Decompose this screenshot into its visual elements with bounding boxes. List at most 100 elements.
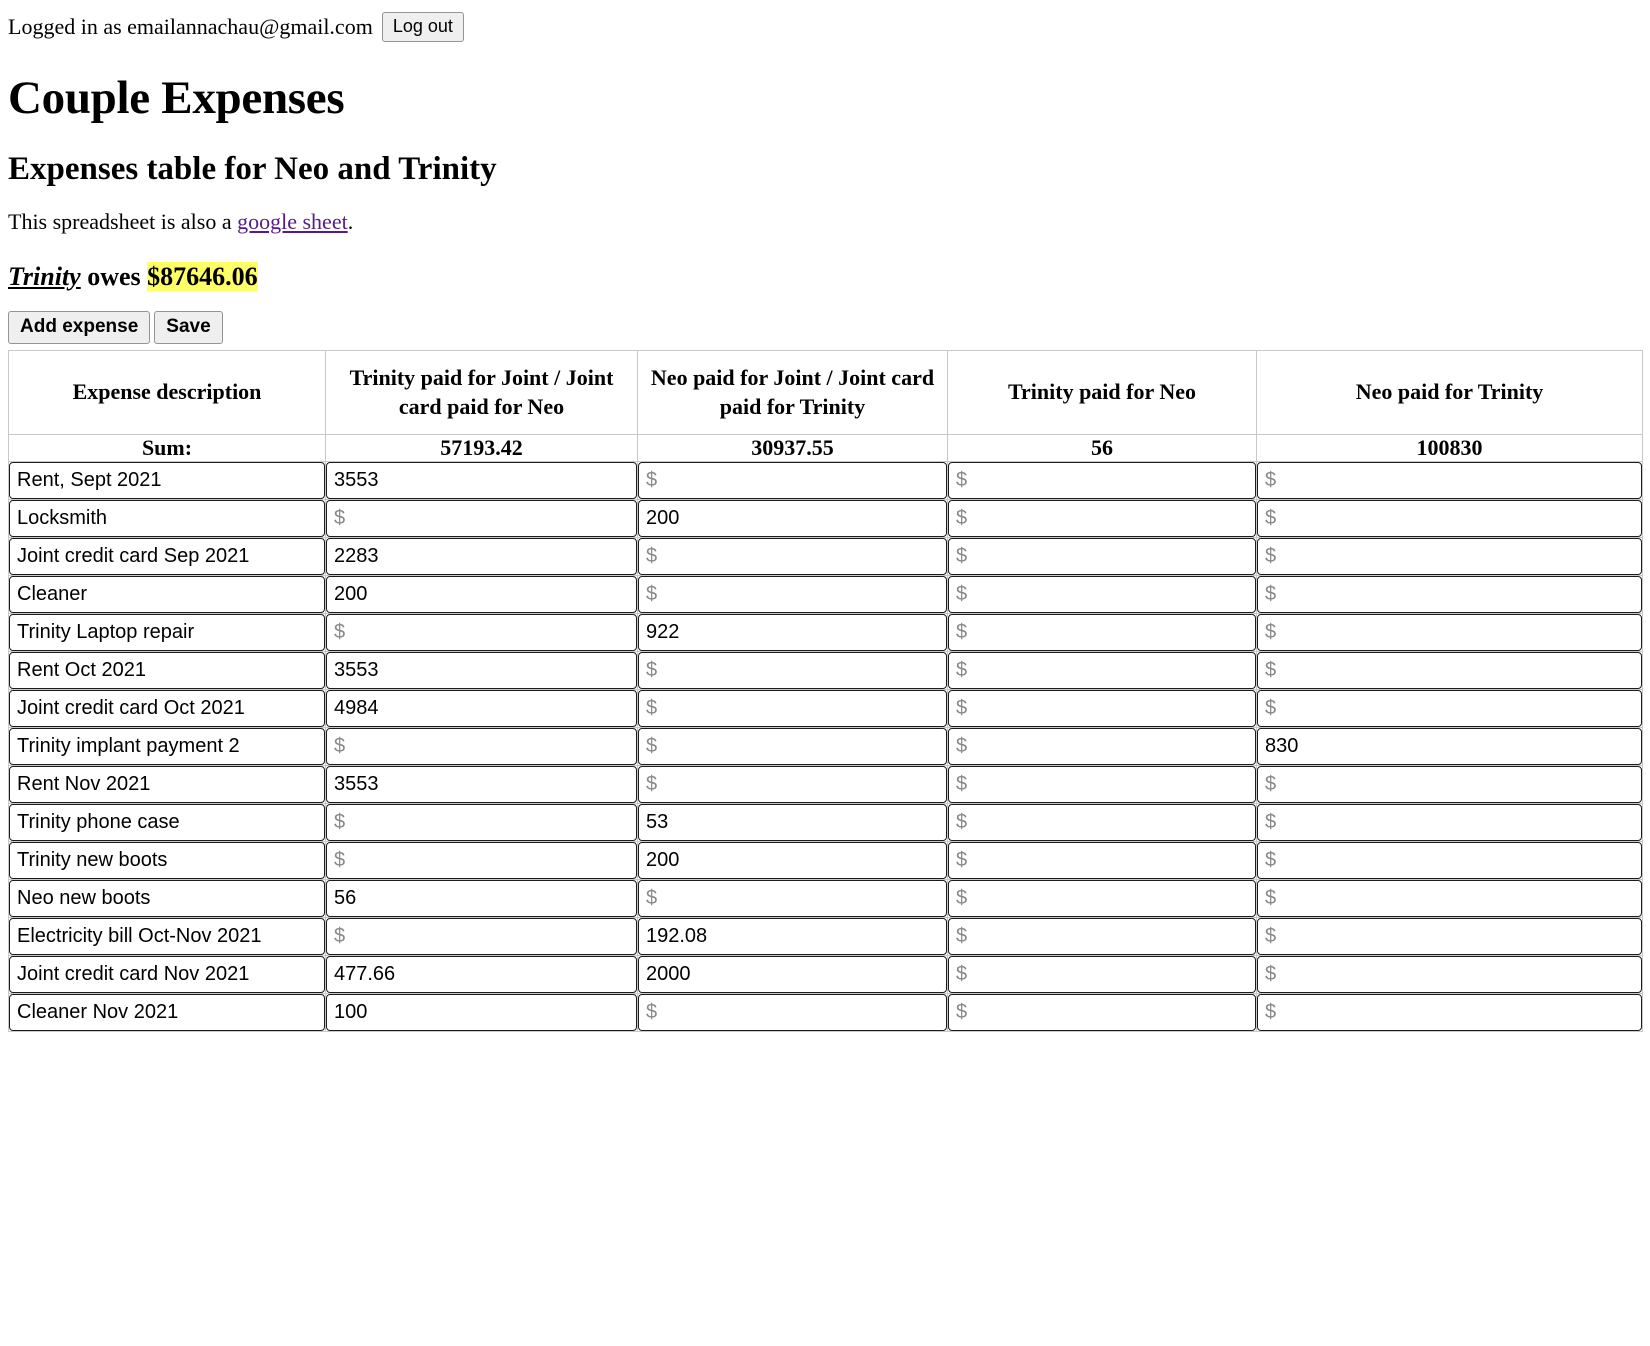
trinity-for-neo-amount-input[interactable] — [948, 842, 1256, 880]
trinity-for-neo-amount-input[interactable] — [948, 500, 1256, 538]
table-row — [8, 765, 1643, 805]
trinity-joint-amount-input[interactable] — [326, 500, 637, 538]
trinity-joint-amount-input[interactable] — [326, 462, 637, 500]
neo-for-trinity-amount-input[interactable] — [1257, 500, 1642, 538]
trinity-for-neo-amount-input[interactable] — [948, 880, 1256, 918]
trinity-joint-amount-input[interactable] — [326, 766, 637, 804]
expense-description-input[interactable] — [9, 614, 325, 652]
expense-description-input[interactable] — [9, 956, 325, 994]
table-row — [8, 993, 1643, 1033]
trinity-joint-amount-input[interactable] — [326, 880, 637, 918]
expense-description-input[interactable] — [9, 462, 325, 500]
neo-joint-amount-input[interactable] — [638, 690, 947, 728]
neo-joint-amount-input[interactable] — [638, 652, 947, 690]
trinity-for-neo-amount-input[interactable] — [948, 614, 1256, 652]
neo-for-trinity-amount-input[interactable] — [1257, 538, 1642, 576]
logged-in-status: Logged in as emailannachau@gmail.com — [8, 13, 373, 39]
add-expense-button[interactable]: Add expense — [8, 311, 151, 345]
neo-for-trinity-amount-input[interactable] — [1257, 842, 1642, 880]
neo-joint-amount-input[interactable] — [638, 462, 947, 500]
save-button[interactable]: Save — [154, 311, 223, 345]
neo-joint-amount-input[interactable] — [638, 728, 947, 766]
trinity-for-neo-amount-input[interactable] — [948, 538, 1256, 576]
trinity-for-neo-amount-input[interactable] — [948, 804, 1256, 842]
trinity-for-neo-amount-input[interactable] — [948, 728, 1256, 766]
table-cell — [637, 575, 948, 615]
expense-description-input[interactable] — [9, 994, 325, 1032]
table-cell — [637, 499, 948, 539]
trinity-joint-amount-input[interactable] — [326, 728, 637, 766]
expense-description-input[interactable] — [9, 690, 325, 728]
neo-joint-amount-input[interactable] — [638, 956, 947, 994]
trinity-for-neo-amount-input[interactable] — [948, 994, 1256, 1032]
table-cell — [1256, 651, 1643, 691]
trinity-for-neo-amount-input[interactable] — [948, 652, 1256, 690]
neo-for-trinity-amount-input[interactable] — [1257, 994, 1642, 1032]
expense-description-input[interactable] — [9, 918, 325, 956]
table-cell — [947, 955, 1257, 995]
trinity-joint-amount-input[interactable] — [326, 614, 637, 652]
trinity-joint-amount-input[interactable] — [326, 804, 637, 842]
trinity-for-neo-amount-input[interactable] — [948, 766, 1256, 804]
trinity-joint-amount-input[interactable] — [326, 956, 637, 994]
expense-description-input[interactable] — [9, 576, 325, 614]
neo-joint-amount-input[interactable] — [638, 538, 947, 576]
trinity-joint-amount-input[interactable] — [326, 842, 637, 880]
trinity-joint-amount-input[interactable] — [326, 918, 637, 956]
trinity-joint-amount-input[interactable] — [326, 994, 637, 1032]
table-cell — [637, 993, 948, 1033]
trinity-joint-amount-input[interactable] — [326, 576, 637, 614]
neo-joint-amount-input[interactable] — [638, 880, 947, 918]
neo-joint-amount-input[interactable] — [638, 614, 947, 652]
table-cell — [325, 955, 638, 995]
table-row — [8, 917, 1643, 957]
table-cell — [947, 879, 1257, 919]
neo-for-trinity-amount-input[interactable] — [1257, 614, 1642, 652]
expense-description-input[interactable] — [9, 880, 325, 918]
trinity-joint-amount-input[interactable] — [326, 652, 637, 690]
table-cell — [637, 613, 948, 653]
trinity-joint-amount-input[interactable] — [326, 538, 637, 576]
neo-for-trinity-amount-input[interactable] — [1257, 728, 1642, 766]
table-row — [8, 879, 1643, 919]
table-cell — [947, 803, 1257, 843]
expense-description-input[interactable] — [9, 538, 325, 576]
expense-description-input[interactable] — [9, 766, 325, 804]
neo-for-trinity-amount-input[interactable] — [1257, 652, 1642, 690]
expense-description-input[interactable] — [9, 842, 325, 880]
trinity-for-neo-amount-input[interactable] — [948, 918, 1256, 956]
trinity-for-neo-amount-input[interactable] — [948, 690, 1256, 728]
neo-for-trinity-amount-input[interactable] — [1257, 462, 1642, 500]
neo-for-trinity-amount-input[interactable] — [1257, 766, 1642, 804]
neo-joint-amount-input[interactable] — [638, 766, 947, 804]
expense-description-input[interactable] — [9, 652, 325, 690]
neo-joint-amount-input[interactable] — [638, 918, 947, 956]
trinity-for-neo-amount-input[interactable] — [948, 956, 1256, 994]
neo-joint-amount-input[interactable] — [638, 500, 947, 538]
google-sheet-link[interactable]: google sheet — [237, 209, 348, 234]
neo-for-trinity-amount-input[interactable] — [1257, 576, 1642, 614]
neo-joint-amount-input[interactable] — [638, 994, 947, 1032]
neo-joint-amount-input[interactable] — [638, 804, 947, 842]
section-heading: Expenses table for Neo and Trinity — [8, 150, 497, 187]
expense-description-input[interactable] — [9, 728, 325, 766]
table-cell — [637, 765, 948, 805]
neo-for-trinity-amount-input[interactable] — [1257, 956, 1642, 994]
trinity-joint-amount-input[interactable] — [326, 690, 637, 728]
trinity-for-neo-amount-input[interactable] — [948, 462, 1256, 500]
table-cell — [325, 537, 638, 577]
table-toolbar: Add expense Save — [8, 311, 1642, 345]
table-cell — [947, 613, 1257, 653]
table-cell — [947, 499, 1257, 539]
expense-description-input[interactable] — [9, 804, 325, 842]
neo-joint-amount-input[interactable] — [638, 842, 947, 880]
trinity-for-neo-amount-input[interactable] — [948, 576, 1256, 614]
log-out-button[interactable]: Log out — [381, 12, 464, 42]
neo-for-trinity-amount-input[interactable] — [1257, 880, 1642, 918]
expense-description-input[interactable] — [9, 500, 325, 538]
neo-for-trinity-amount-input[interactable] — [1257, 804, 1642, 842]
neo-joint-amount-input[interactable] — [638, 576, 947, 614]
neo-for-trinity-amount-input[interactable] — [1257, 690, 1642, 728]
table-cell — [8, 499, 326, 539]
neo-for-trinity-amount-input[interactable] — [1257, 918, 1642, 956]
